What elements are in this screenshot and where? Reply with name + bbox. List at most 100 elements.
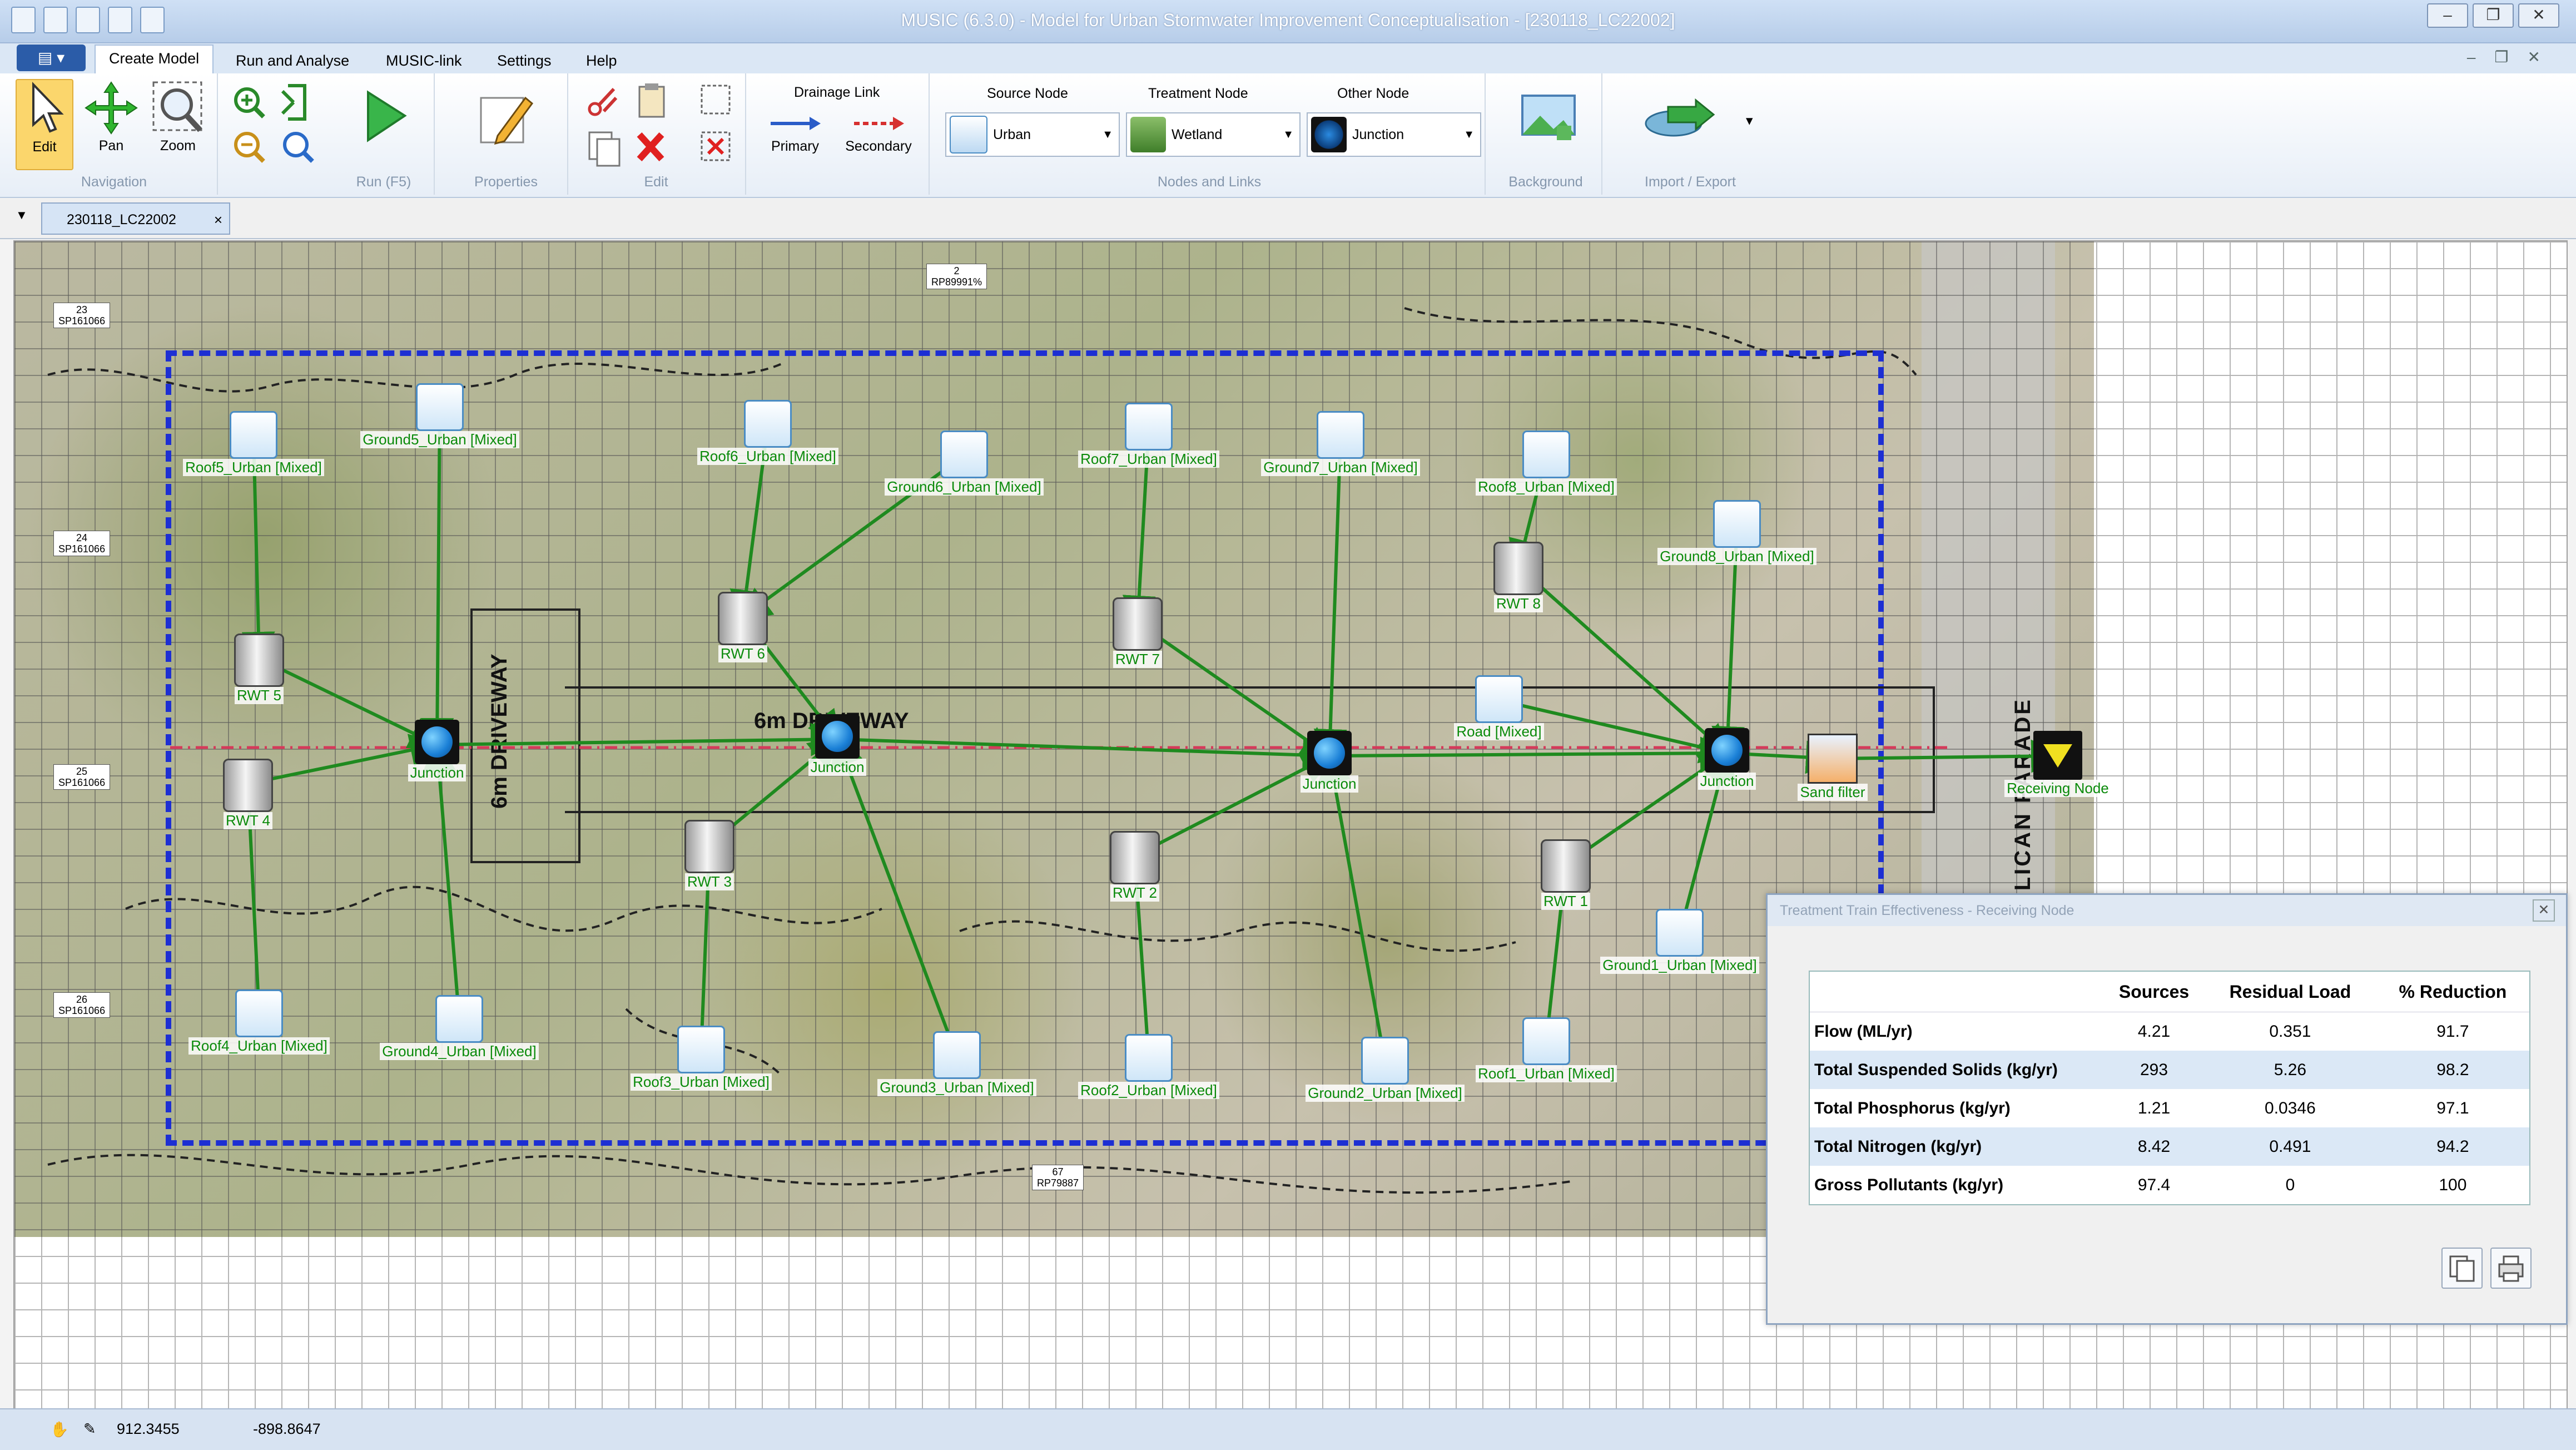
document-tab[interactable]: 230118_LC22002 × xyxy=(41,202,230,235)
node-label: RWT 1 xyxy=(1541,893,1590,910)
copy-results-button[interactable] xyxy=(2441,1248,2483,1289)
drainage-link[interactable] xyxy=(420,408,454,751)
node-recv[interactable]: Receiving Node xyxy=(1969,731,2147,797)
import-export-dropdown-icon[interactable]: ▾ xyxy=(1746,112,1753,129)
urban-house-icon xyxy=(933,1031,981,1079)
zoom-extents-icon[interactable] xyxy=(281,84,306,121)
delete-selection-icon[interactable] xyxy=(701,131,731,161)
node-rwt1[interactable]: RWT 1 xyxy=(1477,839,1655,910)
paste-icon[interactable] xyxy=(638,83,665,118)
node-rwt6[interactable]: RWT 6 xyxy=(654,592,832,662)
source-node-value: Urban xyxy=(993,126,1031,142)
node-rwt3[interactable]: RWT 3 xyxy=(621,820,798,890)
pan-button[interactable]: Pan xyxy=(83,79,139,154)
panel-title: Treatment Train Effectiveness - Receivin… xyxy=(1780,903,2074,918)
document-tab-label: 230118_LC22002 xyxy=(67,212,176,227)
tab-run-and-analyse[interactable]: Run and Analyse xyxy=(222,48,363,74)
node-roof8[interactable]: Roof8_Urban [Mixed] xyxy=(1457,430,1635,496)
column-header-residual-load: Residual Load xyxy=(2204,971,2376,1012)
primary-link-button[interactable]: Primary xyxy=(762,112,828,155)
node-label: Ground5_Urban [Mixed] xyxy=(360,431,519,448)
print-results-button[interactable] xyxy=(2490,1248,2532,1289)
tab-settings[interactable]: Settings xyxy=(484,48,565,74)
minimize-button[interactable]: – xyxy=(2427,3,2468,28)
urban-house-icon xyxy=(416,383,464,431)
node-ground7[interactable]: Ground7_Urban [Mixed] xyxy=(1252,411,1430,476)
drainage-link[interactable] xyxy=(1313,436,1347,763)
drainage-link[interactable] xyxy=(831,733,959,1057)
tab-help[interactable]: Help xyxy=(573,48,631,74)
tab-music-link[interactable]: MUSIC-link xyxy=(373,48,475,74)
node-label: Roof1_Urban [Mixed] xyxy=(1476,1065,1617,1082)
close-button[interactable]: ✕ xyxy=(2518,3,2559,28)
document-tab-close-icon[interactable]: × xyxy=(214,204,222,236)
node-ground3[interactable]: Ground3_Urban [Mixed] xyxy=(868,1031,1046,1096)
node-ground5[interactable]: Ground5_Urban [Mixed] xyxy=(351,383,529,448)
rainwater-tank-icon xyxy=(1110,831,1160,884)
node-rwt7[interactable]: RWT 7 xyxy=(1049,597,1227,668)
zoom-in-icon[interactable] xyxy=(234,87,265,118)
edit-button[interactable]: Edit xyxy=(16,79,73,170)
maximize-button[interactable]: ❐ xyxy=(2473,3,2514,28)
panel-close-icon[interactable]: ✕ xyxy=(2533,899,2555,922)
node-sand[interactable]: Sand filter xyxy=(1744,734,1922,801)
drainage-link[interactable] xyxy=(422,738,461,1021)
node-roof2[interactable]: Roof2_Urban [Mixed] xyxy=(1060,1034,1238,1099)
nodes-and-links-label: Nodes and Links xyxy=(1157,174,1262,190)
import-export-button[interactable] xyxy=(1635,90,1724,149)
cut-icon[interactable] xyxy=(588,87,618,116)
node-road[interactable]: Road [Mixed] xyxy=(1410,675,1588,740)
node-rwt4[interactable]: RWT 4 xyxy=(159,759,337,829)
node-roof7[interactable]: Roof7_Urban [Mixed] xyxy=(1060,403,1238,468)
sand-filter-icon xyxy=(1808,734,1858,784)
drainage-link[interactable] xyxy=(1318,749,1387,1062)
node-j3[interactable]: Junction xyxy=(1240,731,1418,793)
secondary-arrow-icon xyxy=(854,117,904,130)
properties-button[interactable] xyxy=(473,87,534,146)
treatment-train-effectiveness-panel[interactable]: Treatment Train Effectiveness - Receivin… xyxy=(1766,893,2568,1325)
node-rwt2[interactable]: RWT 2 xyxy=(1046,831,1224,902)
mdi-window-controls[interactable]: –❐✕ xyxy=(2467,48,2559,66)
node-label: Ground6_Urban [Mixed] xyxy=(885,478,1044,496)
node-ground4[interactable]: Ground4_Urban [Mixed] xyxy=(370,995,548,1060)
node-roof4[interactable]: Roof4_Urban [Mixed] xyxy=(170,989,348,1055)
node-j2[interactable]: Junction xyxy=(748,714,926,776)
node-label: Roof4_Urban [Mixed] xyxy=(188,1037,330,1055)
zoom-button[interactable]: Zoom xyxy=(150,79,206,154)
node-roof6[interactable]: Roof6_Urban [Mixed] xyxy=(679,400,857,465)
node-label: Ground3_Urban [Mixed] xyxy=(877,1079,1036,1096)
urban-house-icon xyxy=(940,430,988,478)
row-name: Total Suspended Solids (kg/yr) xyxy=(1809,1051,2104,1089)
other-node-value: Junction xyxy=(1352,126,1404,142)
select-all-icon[interactable] xyxy=(701,85,731,115)
node-roof3[interactable]: Roof3_Urban [Mixed] xyxy=(612,1026,790,1091)
node-j1[interactable]: Junction xyxy=(348,720,526,781)
other-node-select[interactable]: Junction ▼ xyxy=(1307,112,1481,157)
receiving-node-icon xyxy=(2033,731,2082,780)
node-label: RWT 7 xyxy=(1113,651,1162,668)
zoom-fit-icon[interactable] xyxy=(283,132,314,163)
urban-house-icon xyxy=(677,1026,725,1073)
tab-list-chevron-icon[interactable]: ▼ xyxy=(16,208,28,222)
app-menu-button[interactable]: ▤ ▾ xyxy=(17,44,86,71)
treatment-node-select[interactable]: Wetland ▼ xyxy=(1126,112,1301,157)
secondary-link-button[interactable]: Secondary xyxy=(840,112,917,155)
edit-group: Edit xyxy=(567,73,746,195)
run-button[interactable] xyxy=(356,87,411,146)
node-ground1[interactable]: Ground1_Urban [Mixed] xyxy=(1591,909,1769,974)
node-roof5[interactable]: Roof5_Urban [Mixed] xyxy=(165,411,343,476)
edit-group-label: Edit xyxy=(644,174,668,190)
node-ground6[interactable]: Ground6_Urban [Mixed] xyxy=(875,430,1053,496)
node-rwt8[interactable]: RWT 8 xyxy=(1430,542,1607,612)
node-ground8[interactable]: Ground8_Urban [Mixed] xyxy=(1648,500,1826,565)
background-button[interactable] xyxy=(1512,90,1579,149)
node-ground2[interactable]: Ground2_Urban [Mixed] xyxy=(1296,1037,1474,1102)
source-node-select[interactable]: Urban ▼ xyxy=(945,112,1120,157)
node-rwt5[interactable]: RWT 5 xyxy=(170,634,348,704)
node-label: Road [Mixed] xyxy=(1454,723,1544,740)
zoom-out-icon[interactable] xyxy=(234,132,265,163)
node-label: Ground4_Urban [Mixed] xyxy=(380,1043,539,1060)
copy-icon[interactable] xyxy=(588,131,621,167)
delete-icon[interactable] xyxy=(637,132,664,162)
node-roof1[interactable]: Roof1_Urban [Mixed] xyxy=(1457,1017,1635,1082)
